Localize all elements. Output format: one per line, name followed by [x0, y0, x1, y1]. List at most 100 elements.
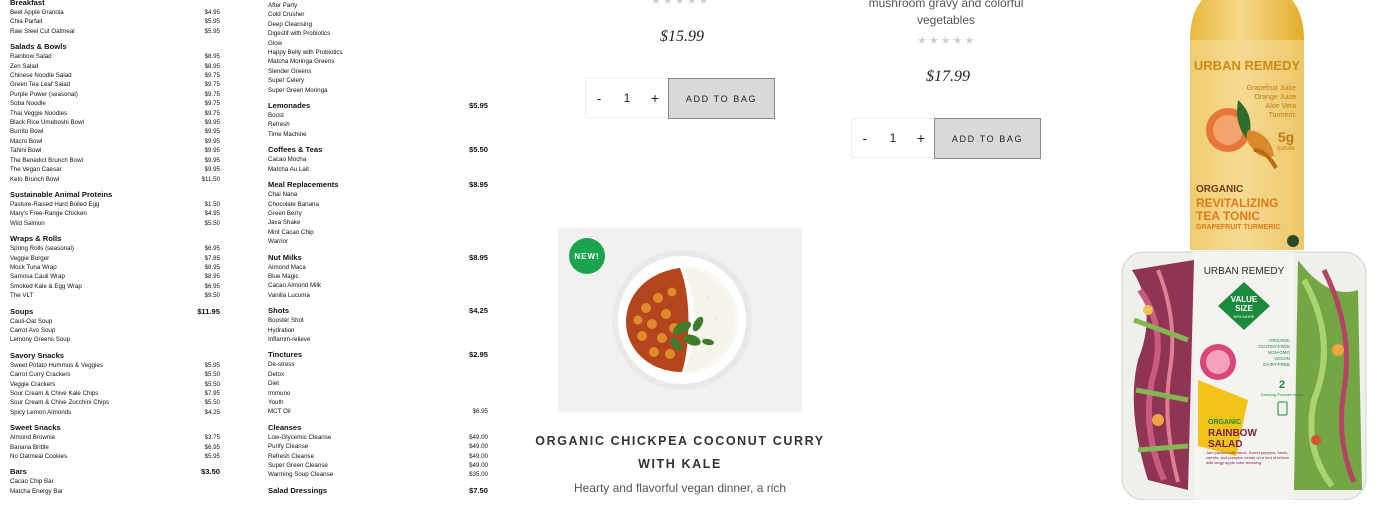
value-size-label: VALUE — [1231, 295, 1258, 304]
add-to-bag-button[interactable]: ADD TO BAG — [668, 78, 775, 119]
menu-item-name: Almond Maca — [268, 263, 306, 271]
quantity-field[interactable]: 1 — [612, 91, 642, 105]
menu-section-label: Salads & Bowls — [10, 42, 67, 52]
menu-item: Black Rice Umeboshi Bowl $9.95 — [10, 118, 220, 127]
quantity-stepper: - 1 + — [585, 78, 669, 118]
menu-item-name: Mint Cacao Chip — [268, 228, 314, 236]
product-title[interactable]: ORGANIC CHICKPEA COCONUT CURRY WITH KALE — [530, 430, 830, 476]
salad-name: RAINBOW — [1208, 428, 1257, 439]
menu-item-price: $9.95 — [204, 147, 220, 155]
menu-item-price: $5.50 — [204, 399, 220, 407]
menu-item-price: $7.85 — [204, 254, 220, 262]
menu-section-label: Coffees & Teas — [268, 145, 323, 155]
bottle-organic: ORGANIC — [1196, 184, 1243, 195]
menu-item: Chinese Noodle Salad $9.75 — [10, 71, 220, 80]
menu-image: Breakfast Beet Apple Granola $4.95 Chia Par… — [0, 0, 500, 500]
menu-item-price: $9.95 — [204, 156, 220, 164]
menu-item-name: Diet — [268, 380, 280, 388]
menu-item: Sour Cream & Chive Kale Chips $7.95 — [10, 389, 220, 398]
menu-item-name: Matcha Moringa Greens — [268, 58, 335, 66]
menu-item-name: Samosa Cauli Wrap — [10, 273, 65, 281]
menu-section-label: Tinctures — [268, 350, 303, 360]
menu-section-price: $8.95 — [468, 180, 488, 190]
menu-item-name: Veggie Burger — [10, 254, 50, 262]
menu-item-name: Beet Apple Granola — [10, 9, 64, 16]
decrease-quantity-button[interactable]: - — [586, 90, 612, 106]
menu-item-price: $9.95 — [204, 128, 220, 136]
menu-section-heading: Soups $11.95 — [10, 306, 220, 317]
menu-item-price: $6.95 — [204, 282, 220, 290]
menu-item-price: $5.95 — [204, 453, 220, 461]
organic-seal-icon — [1287, 235, 1299, 247]
menu-item-name: Warrior — [268, 238, 289, 246]
increase-quantity-button[interactable]: + — [642, 90, 668, 106]
menu-item: Sweet Potato Hummus & Veggies $5.95 — [10, 361, 220, 370]
menu-item: Soba Noodle $9.75 — [10, 99, 220, 108]
menu-item: Carrot Curry Crackers $5.50 — [10, 370, 220, 379]
rating-stars: ★★★★★ — [917, 35, 977, 47]
menu-section-heading: Shots $4.25 — [268, 305, 488, 316]
menu-section-heading: Breakfast — [10, 0, 220, 8]
menu-item-name: Java Shake — [268, 219, 301, 227]
menu-item-name: Cacao Almond Milk — [268, 282, 321, 290]
menu-item-name: Soba Noodle — [10, 100, 46, 108]
quantity-field[interactable]: 1 — [878, 131, 908, 145]
menu-item: Sour Cream & Chive Zucchini Chips $5.50 — [10, 398, 220, 407]
menu-item-name: MCT Oil — [268, 408, 291, 416]
menu-item-name: Zen Salad — [10, 62, 39, 70]
menu-section-price: $7.50 — [468, 485, 488, 495]
menu-item-price: $3.75 — [204, 434, 220, 442]
menu-item-name: Booster Shot — [268, 317, 304, 325]
menu-item-price: $5.50 — [204, 371, 220, 379]
decrease-quantity-button[interactable]: - — [852, 130, 878, 146]
menu-item-name: Thai Veggie Noodles — [10, 109, 68, 117]
menu-item-price: $4.25 — [204, 408, 220, 416]
menu-item-name: Refresh Cleanse — [268, 452, 315, 460]
salad-claim: NON-GMO — [1268, 350, 1291, 355]
menu-item: Beet Apple Granola $4.95 — [10, 8, 220, 17]
menu-item-price: $9.75 — [204, 109, 220, 117]
menu-item-name: The Benedict Brunch Bowl — [10, 156, 83, 164]
salad-claim: DAIRY-FREE — [1263, 362, 1290, 367]
menu-section-heading: Wraps & Rolls — [10, 233, 220, 244]
bottle-sugar-label: SUGAR — [1277, 146, 1295, 152]
menu-item-name: Time Machine — [268, 130, 307, 138]
menu-item-price: $49.00 — [469, 462, 488, 470]
menu-item: Tahini Bowl $9.95 — [10, 146, 220, 155]
bottle-brand: URBAN REMEDY — [1194, 58, 1301, 73]
increase-quantity-button[interactable]: + — [908, 130, 934, 146]
menu-section-price: $5.50 — [468, 145, 488, 155]
menu-item-price: $7.95 — [204, 390, 220, 397]
menu-item-price: $9.50 — [204, 292, 220, 300]
menu-item: Rainbow Salad $8.95 — [10, 52, 220, 61]
menu-section-label: Shots — [268, 306, 290, 316]
menu-item-name: Blue Magic — [268, 272, 299, 280]
tea-tonic-bottle-image[interactable]: URBAN REMEDY Grapefruit Juice Orange Jui… — [1190, 0, 1304, 250]
menu-item-name: Sour Cream & Chive Kale Chips — [10, 390, 99, 397]
menu-section-heading: Meal Replacements $8.95 — [268, 179, 488, 190]
menu-item-name: Refresh — [268, 121, 290, 129]
menu-item-name: Glow — [268, 39, 283, 47]
menu-item-name: Spicy Lemon Almonds — [10, 408, 72, 416]
menu-section-price: $8.95 — [468, 252, 488, 262]
menu-item: Veggie Burger $7.85 — [10, 254, 220, 263]
menu-section-label: Salad Dressings — [268, 485, 328, 495]
value-size-more: 60% MORE — [1233, 314, 1254, 319]
menu-item: The VLT $9.50 — [10, 291, 220, 300]
menu-item: Low-Glycemic Cleanse $49.00 — [268, 433, 488, 442]
menu-item-price: $5.50 — [204, 380, 220, 388]
menu-item-name: Mock Tuna Wrap — [10, 263, 57, 271]
menu-section-heading: Salad Dressings $7.50 — [268, 485, 488, 496]
menu-item-price: $9.75 — [204, 72, 220, 80]
menu-item-name: Low-Glycemic Cleanse — [268, 433, 332, 441]
rainbow-salad-image[interactable]: URBAN REMEDY VALUE SIZE 60% MORE ORGANIC… — [1118, 250, 1370, 501]
bottle-ingredient: Grapefruit Juice — [1247, 85, 1297, 92]
product-title-line: ORGANIC CHICKPEA COCONUT CURRY — [535, 434, 825, 448]
add-to-bag-button[interactable]: ADD TO BAG — [934, 118, 1041, 159]
menu-item-name: Carrot Avo Soup — [10, 326, 56, 334]
bottle-sugar-amount: 5g — [1278, 129, 1294, 145]
menu-item-price: $8.95 — [204, 62, 220, 70]
menu-item: Thai Veggie Noodles $9.75 — [10, 109, 220, 118]
menu-item-price: $49.00 — [469, 433, 488, 441]
menu-item-name: Chinese Noodle Salad — [10, 72, 72, 80]
